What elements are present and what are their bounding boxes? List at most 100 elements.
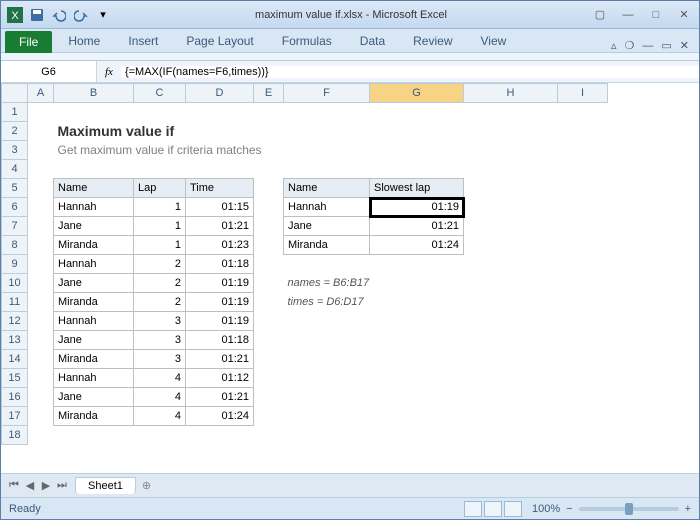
cell[interactable]: Jane xyxy=(54,388,134,407)
cell[interactable]: 01:21 xyxy=(186,388,254,407)
cell[interactable]: Hannah xyxy=(54,312,134,331)
maximize-icon[interactable]: □ xyxy=(645,7,667,23)
redo-icon[interactable] xyxy=(71,5,91,25)
cell[interactable]: 3 xyxy=(134,331,186,350)
cell[interactable]: 01:19 xyxy=(186,293,254,312)
cell[interactable]: 4 xyxy=(134,388,186,407)
select-all-corner[interactable] xyxy=(2,84,28,103)
row-header[interactable]: 7 xyxy=(2,217,28,236)
row-header[interactable]: 1 xyxy=(2,103,28,122)
sheet-nav-next-icon[interactable]: ▶ xyxy=(39,479,53,492)
tab-formulas[interactable]: Formulas xyxy=(270,30,344,52)
qat-dropdown-icon[interactable]: ▾ xyxy=(93,5,113,25)
minimize-icon[interactable]: — xyxy=(617,7,639,23)
sheet-nav-first-icon[interactable]: ⏮ xyxy=(7,479,21,492)
t2-header-name[interactable]: Name xyxy=(284,179,370,198)
cell[interactable]: 1 xyxy=(134,217,186,236)
formula-input[interactable]: {=MAX(IF(names=F6,times))} xyxy=(121,66,699,78)
fx-icon[interactable]: fx xyxy=(97,66,121,78)
cell[interactable]: 2 xyxy=(134,293,186,312)
cell[interactable]: Jane xyxy=(54,217,134,236)
sheet-nav-last-icon[interactable]: ⏭ xyxy=(55,479,69,492)
cell[interactable]: Jane xyxy=(54,331,134,350)
row-header[interactable]: 13 xyxy=(2,331,28,350)
row-header[interactable]: 14 xyxy=(2,350,28,369)
t2-header-slowest[interactable]: Slowest lap xyxy=(370,179,464,198)
cell[interactable]: 4 xyxy=(134,369,186,388)
cell[interactable]: 4 xyxy=(134,407,186,426)
row-header[interactable]: 9 xyxy=(2,255,28,274)
close-icon[interactable]: ✕ xyxy=(673,7,695,23)
sheet-tab[interactable]: Sheet1 xyxy=(75,477,136,494)
col-header-E[interactable]: E xyxy=(254,84,284,103)
cell[interactable]: 01:21 xyxy=(370,217,464,236)
cell[interactable]: 01:18 xyxy=(186,331,254,350)
col-header-C[interactable]: C xyxy=(134,84,186,103)
cell[interactable]: Jane xyxy=(284,217,370,236)
name-box[interactable]: G6 xyxy=(1,61,97,82)
cell[interactable]: 01:15 xyxy=(186,198,254,217)
row-header[interactable]: 15 xyxy=(2,369,28,388)
row-header[interactable]: 11 xyxy=(2,293,28,312)
cell[interactable]: Miranda xyxy=(284,236,370,255)
cell[interactable]: Miranda xyxy=(54,407,134,426)
cell[interactable]: Hannah xyxy=(54,255,134,274)
view-normal-icon[interactable] xyxy=(464,501,482,517)
row-header[interactable]: 12 xyxy=(2,312,28,331)
tab-page-layout[interactable]: Page Layout xyxy=(174,30,265,52)
minimize-ribbon-icon[interactable]: ▢ xyxy=(589,7,611,23)
cell[interactable]: Hannah xyxy=(284,198,370,217)
cell[interactable]: 2 xyxy=(134,274,186,293)
row-header[interactable]: 10 xyxy=(2,274,28,293)
col-header-G[interactable]: G xyxy=(370,84,464,103)
cell[interactable]: 1 xyxy=(134,198,186,217)
undo-icon[interactable] xyxy=(49,5,69,25)
col-header-I[interactable]: I xyxy=(558,84,608,103)
tab-view[interactable]: View xyxy=(469,30,519,52)
cell[interactable]: 01:21 xyxy=(186,217,254,236)
cell[interactable]: 01:24 xyxy=(370,236,464,255)
cell[interactable]: Miranda xyxy=(54,236,134,255)
zoom-level[interactable]: 100% xyxy=(532,503,560,515)
cell[interactable]: 01:23 xyxy=(186,236,254,255)
t1-header-time[interactable]: Time xyxy=(186,179,254,198)
file-tab[interactable]: File xyxy=(5,31,52,53)
col-header-D[interactable]: D xyxy=(186,84,254,103)
row-header[interactable]: 8 xyxy=(2,236,28,255)
cell[interactable]: 01:19 xyxy=(186,312,254,331)
col-header-F[interactable]: F xyxy=(284,84,370,103)
cell[interactable]: 01:19 xyxy=(186,274,254,293)
col-header-A[interactable]: A xyxy=(28,84,54,103)
row-header[interactable]: 17 xyxy=(2,407,28,426)
zoom-in-icon[interactable]: + xyxy=(685,503,691,515)
col-header-B[interactable]: B xyxy=(54,84,134,103)
row-header[interactable]: 3 xyxy=(2,141,28,160)
tab-review[interactable]: Review xyxy=(401,30,464,52)
collapse-ribbon-icon[interactable]: ▵ xyxy=(611,39,617,52)
cell[interactable]: 01:12 xyxy=(186,369,254,388)
cell[interactable]: Hannah xyxy=(54,198,134,217)
cell[interactable]: 01:18 xyxy=(186,255,254,274)
cell[interactable]: 3 xyxy=(134,312,186,331)
t1-header-lap[interactable]: Lap xyxy=(134,179,186,198)
row-header[interactable]: 16 xyxy=(2,388,28,407)
row-header[interactable]: 5 xyxy=(2,179,28,198)
tab-home[interactable]: Home xyxy=(56,30,112,52)
worksheet-grid[interactable]: A B C D E F G H I 1 2Maximum value if 3G… xyxy=(1,83,699,473)
row-header[interactable]: 18 xyxy=(2,426,28,445)
window-restore-icon[interactable]: ▭ xyxy=(661,39,671,52)
cell[interactable]: 3 xyxy=(134,350,186,369)
zoom-out-icon[interactable]: − xyxy=(566,503,572,515)
tab-data[interactable]: Data xyxy=(348,30,397,52)
window-close2-icon[interactable]: ✕ xyxy=(680,39,689,52)
cell[interactable]: Jane xyxy=(54,274,134,293)
cell[interactable]: Miranda xyxy=(54,350,134,369)
row-header[interactable]: 2 xyxy=(2,122,28,141)
window-min2-icon[interactable]: — xyxy=(642,40,653,52)
cell[interactable]: 2 xyxy=(134,255,186,274)
view-layout-icon[interactable] xyxy=(484,501,502,517)
sheet-nav-prev-icon[interactable]: ◀ xyxy=(23,479,37,492)
selected-cell[interactable]: 01:19 xyxy=(370,198,464,217)
col-header-H[interactable]: H xyxy=(464,84,558,103)
save-icon[interactable] xyxy=(27,5,47,25)
